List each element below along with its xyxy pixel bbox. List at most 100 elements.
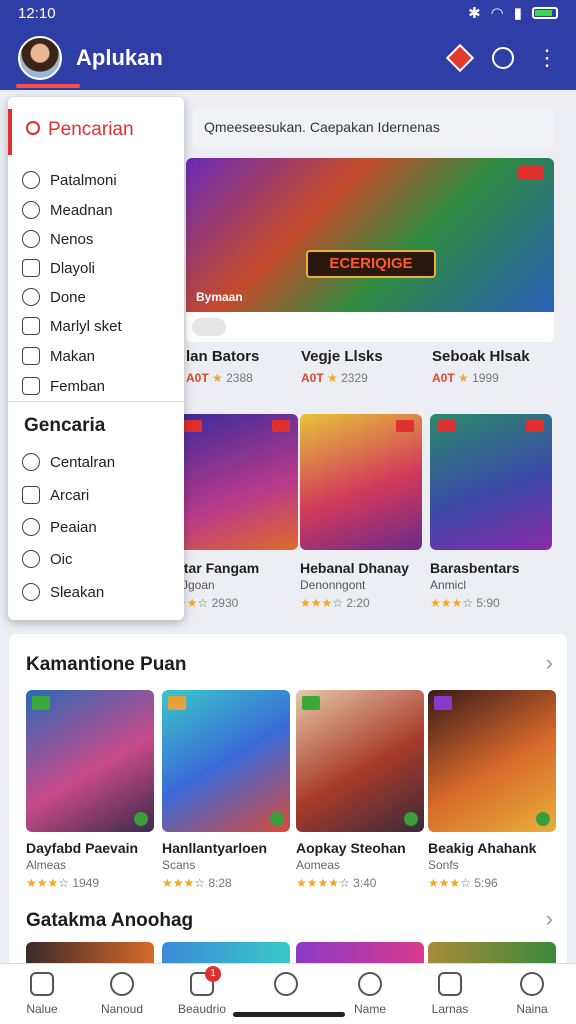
menu-item-label: Patalmoni — [50, 171, 117, 189]
avatar[interactable] — [18, 36, 62, 80]
list-item[interactable]: lan Bators A0T ★ 2388 — [186, 348, 311, 385]
gift-icon[interactable] — [445, 43, 475, 73]
menu-item[interactable]: Femban — [22, 377, 105, 395]
game-tile[interactable]: atar Fangam yJgoan ★★☆ 2930 — [176, 414, 300, 610]
game-tile[interactable]: Barasbentars Anmicl ★★★☆ 5:90 — [430, 414, 554, 610]
nav-item-search[interactable]: Name — [334, 972, 406, 1016]
game-card[interactable]: Hanllantyarloen Scans ★★★☆ 8:28 — [162, 690, 290, 890]
rank-badge: A0T — [186, 371, 209, 385]
menu-section-heading: Gencaria — [24, 415, 106, 436]
menu-item[interactable]: Oic — [22, 550, 73, 568]
game-subtitle: yJgoan — [176, 578, 215, 592]
status-time: 12:10 — [18, 4, 56, 22]
list-item[interactable]: Vegje Llsks A0T ★ 2329 — [301, 348, 426, 385]
bookmark-icon: 1 — [190, 966, 221, 996]
game-tag — [302, 696, 320, 710]
menu-item[interactable]: Done — [22, 288, 86, 306]
home-icon — [30, 972, 54, 996]
game-rating: ★★★☆ 1949 — [26, 876, 100, 890]
menu-item[interactable]: Makan — [22, 347, 95, 365]
menu-search-item[interactable]: Pencarian — [8, 109, 184, 155]
section-title: Gatakma Anoohag — [26, 910, 194, 931]
game-card-peek[interactable] — [26, 942, 154, 964]
nav-item-games[interactable]: Larnas — [414, 972, 486, 1016]
game-subtitle: Sonfs — [428, 858, 459, 872]
game-title: Barasbentars — [430, 560, 520, 576]
game-tile[interactable]: Hebanal Dhanay Denonngont ★★★☆ 2:20 — [300, 414, 424, 610]
home-indicator[interactable] — [233, 1012, 345, 1017]
game-cover — [300, 414, 422, 550]
menu-item[interactable]: Arcari — [22, 486, 89, 504]
game-cover — [428, 690, 556, 832]
nav-item-account[interactable]: Naina — [496, 972, 568, 1016]
app-bar: Aplukan ⋮ — [0, 26, 576, 90]
menu-item[interactable]: Dlayoli — [22, 259, 95, 277]
chevron-right-icon[interactable]: › — [546, 906, 553, 932]
search-input[interactable]: Qmeeseesukan. Caepakan Idernenas — [192, 107, 554, 149]
square-icon — [22, 486, 40, 504]
chat-icon — [22, 201, 40, 219]
game-card-peek[interactable] — [162, 942, 290, 964]
menu-item[interactable]: Sleakan — [22, 583, 104, 601]
menu-item-label: Oic — [50, 550, 73, 568]
folder-icon — [22, 377, 40, 395]
game-grid: atar Fangam yJgoan ★★☆ 2930 Hebanal Dhan… — [176, 414, 556, 614]
tools-icon — [22, 518, 40, 536]
list-icon — [22, 317, 40, 335]
menu-item[interactable]: Centalran — [22, 453, 115, 471]
gamepad-icon — [438, 972, 462, 996]
game-tag — [168, 696, 186, 710]
nav-item-power[interactable] — [250, 972, 322, 1002]
tile-badge — [184, 420, 202, 432]
menu-item[interactable]: Patalmoni — [22, 171, 117, 189]
game-cover — [176, 414, 298, 550]
banner-badge — [518, 166, 544, 180]
game-title: Vegje Llsks — [301, 348, 383, 365]
game-rating: ★★★★☆ 3:40 — [296, 876, 377, 890]
more-menu-icon[interactable]: ⋮ — [536, 47, 558, 69]
menu-item[interactable]: Nenos — [22, 230, 93, 248]
menu-item[interactable]: Peaian — [22, 518, 97, 536]
smile-icon — [22, 453, 40, 471]
game-card-peek[interactable] — [296, 942, 424, 964]
chat-icon[interactable] — [492, 47, 514, 69]
game-cover — [162, 690, 290, 832]
rating-value: 1949 — [72, 876, 100, 890]
tile-badge — [438, 420, 456, 432]
nav-item-notifications[interactable]: 1 Beaudrio — [166, 966, 238, 1016]
game-card[interactable]: Beakig Ahahank Sonfs ★★★☆ 5:96 — [428, 690, 556, 890]
rating-value: 8:28 — [208, 876, 232, 890]
game-subtitle: Anmicl — [430, 578, 467, 592]
nav-item-home[interactable]: Nalue — [6, 972, 78, 1016]
check-icon — [270, 812, 284, 826]
tile-badge — [396, 420, 414, 432]
list-item[interactable]: Seboak Hlsak A0T ★ 1999 — [432, 348, 557, 385]
person-icon — [110, 972, 134, 996]
game-card-peek[interactable] — [428, 942, 556, 964]
app-title: Aplukan — [76, 45, 163, 70]
dropdown-menu: Pencarian Patalmoni Meadnan Nenos Dlayol… — [8, 97, 184, 620]
menu-item-label: Dlayoli — [50, 259, 96, 277]
game-title: Dayfabd Paevain — [26, 840, 139, 856]
tile-badge — [526, 420, 544, 432]
game-card[interactable]: Aopkay Steohan Aomeas ★★★★☆ 3:40 — [296, 690, 424, 890]
game-card[interactable]: Dayfabd Paevain Almeas ★★★☆ 1949 — [26, 690, 154, 890]
tile-badge — [272, 420, 290, 432]
nav-item-profile[interactable]: Nanoud — [86, 972, 158, 1016]
menu-divider — [8, 401, 184, 402]
menu-item[interactable]: Meadnan — [22, 201, 113, 219]
game-title: Hanllantyarloen — [162, 840, 268, 856]
banner-caption: Bymaan — [196, 290, 243, 304]
menu-item-label: Done — [50, 288, 86, 306]
nav-label: Larnas — [431, 1002, 469, 1016]
banner-tag — [192, 318, 226, 336]
chevron-right-icon[interactable]: › — [546, 650, 553, 676]
menu-item-label: Arcari — [50, 486, 90, 504]
game-rating: ★★★☆ 8:28 — [162, 876, 232, 890]
rating-value: 1999 — [472, 371, 499, 385]
game-rating: ★★★☆ 2:20 — [300, 596, 370, 610]
rating-value: 2388 — [226, 371, 253, 385]
menu-item[interactable]: Marlyl sket — [22, 317, 122, 335]
featured-banner[interactable]: ECERIQIGE Bymaan — [186, 158, 554, 342]
game-title: Beakig Ahahank — [428, 840, 537, 856]
